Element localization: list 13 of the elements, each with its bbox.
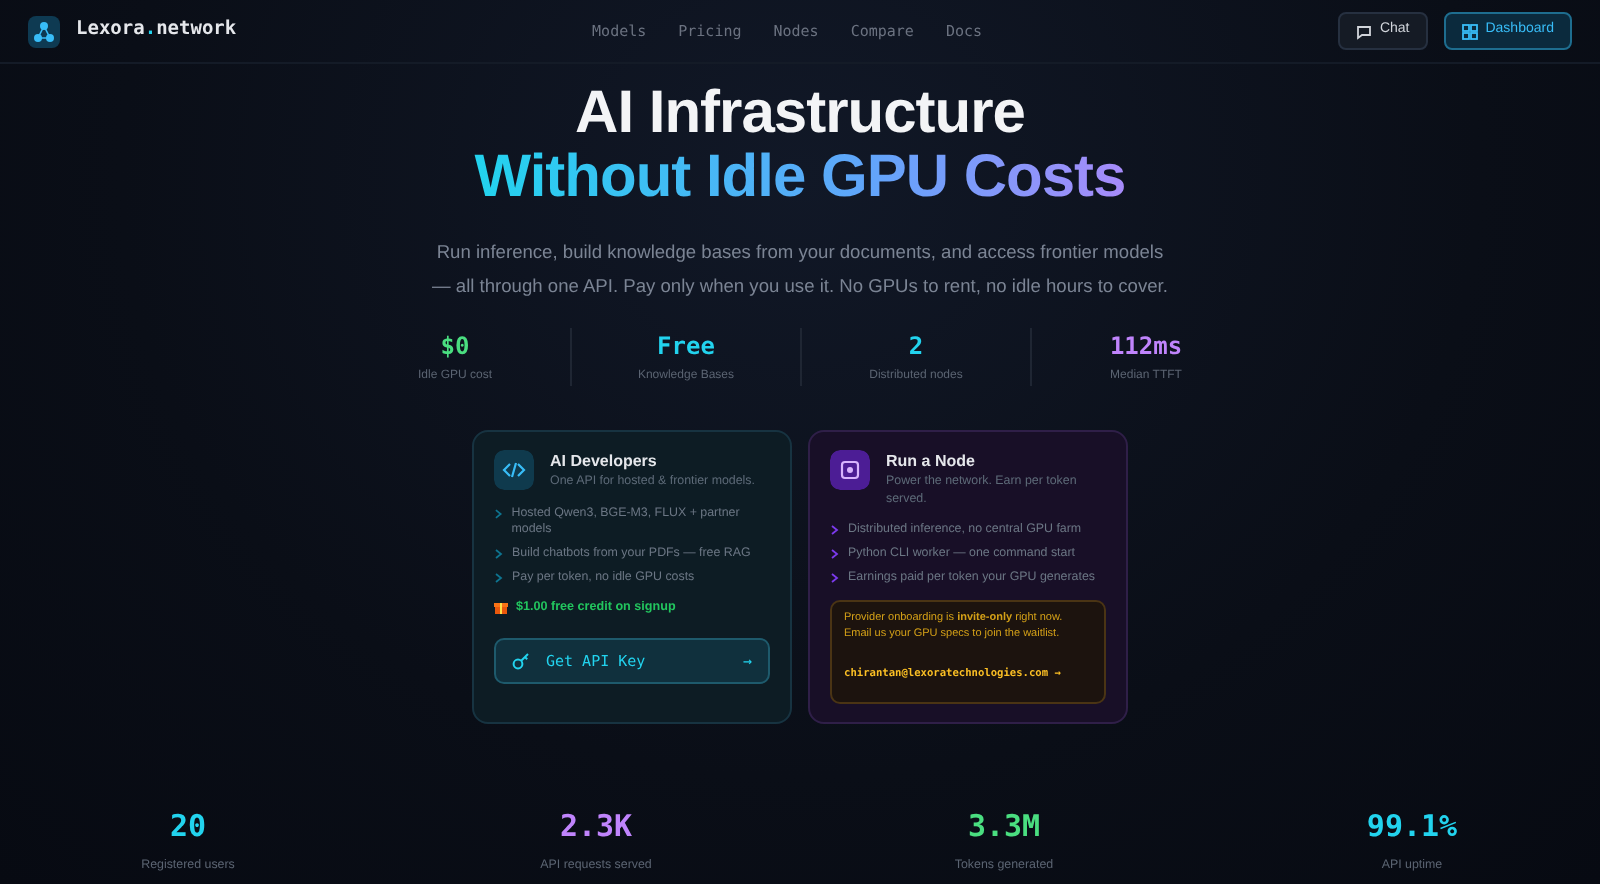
card-title: AI Developers [550,449,659,474]
hero-subtitle: Run inference, build knowledge bases from your documents, and access frontier models — all through one API. Pay only when you use it. No GPUs to rent, no idle hours to cover. [430,239,1170,300]
card-title: Run a Node [886,449,977,474]
metric-value: 3.3M [965,806,1043,849]
stat-value: 112ms [1107,329,1185,364]
hero-title: AI Infrastructure [573,82,1027,145]
stat-value: 2 [906,329,926,364]
stat-value: Free [655,329,717,364]
metric-value: 20 [167,806,209,849]
metric-value: 2.3K [557,806,635,849]
brand-name[interactable]: Lexora.network [76,16,237,46]
metric-value: 99.1% [1364,806,1460,849]
stat-value: $0 [438,329,472,364]
